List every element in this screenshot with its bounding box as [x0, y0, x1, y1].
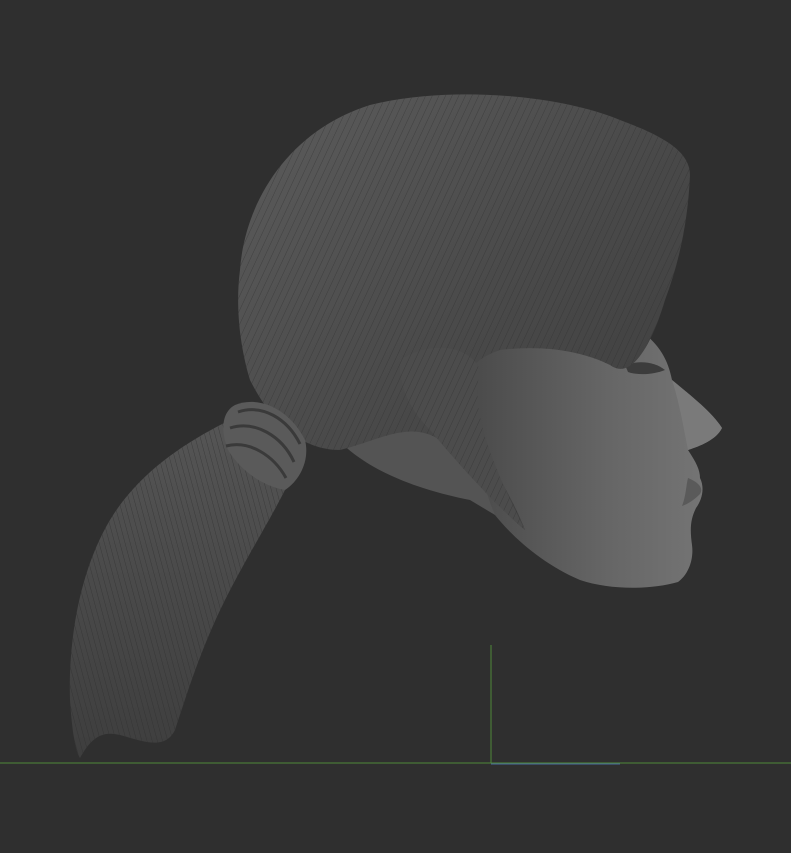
3d-viewport[interactable] [0, 0, 791, 853]
viewport-canvas[interactable] [0, 0, 791, 853]
face-mesh[interactable] [470, 322, 722, 588]
